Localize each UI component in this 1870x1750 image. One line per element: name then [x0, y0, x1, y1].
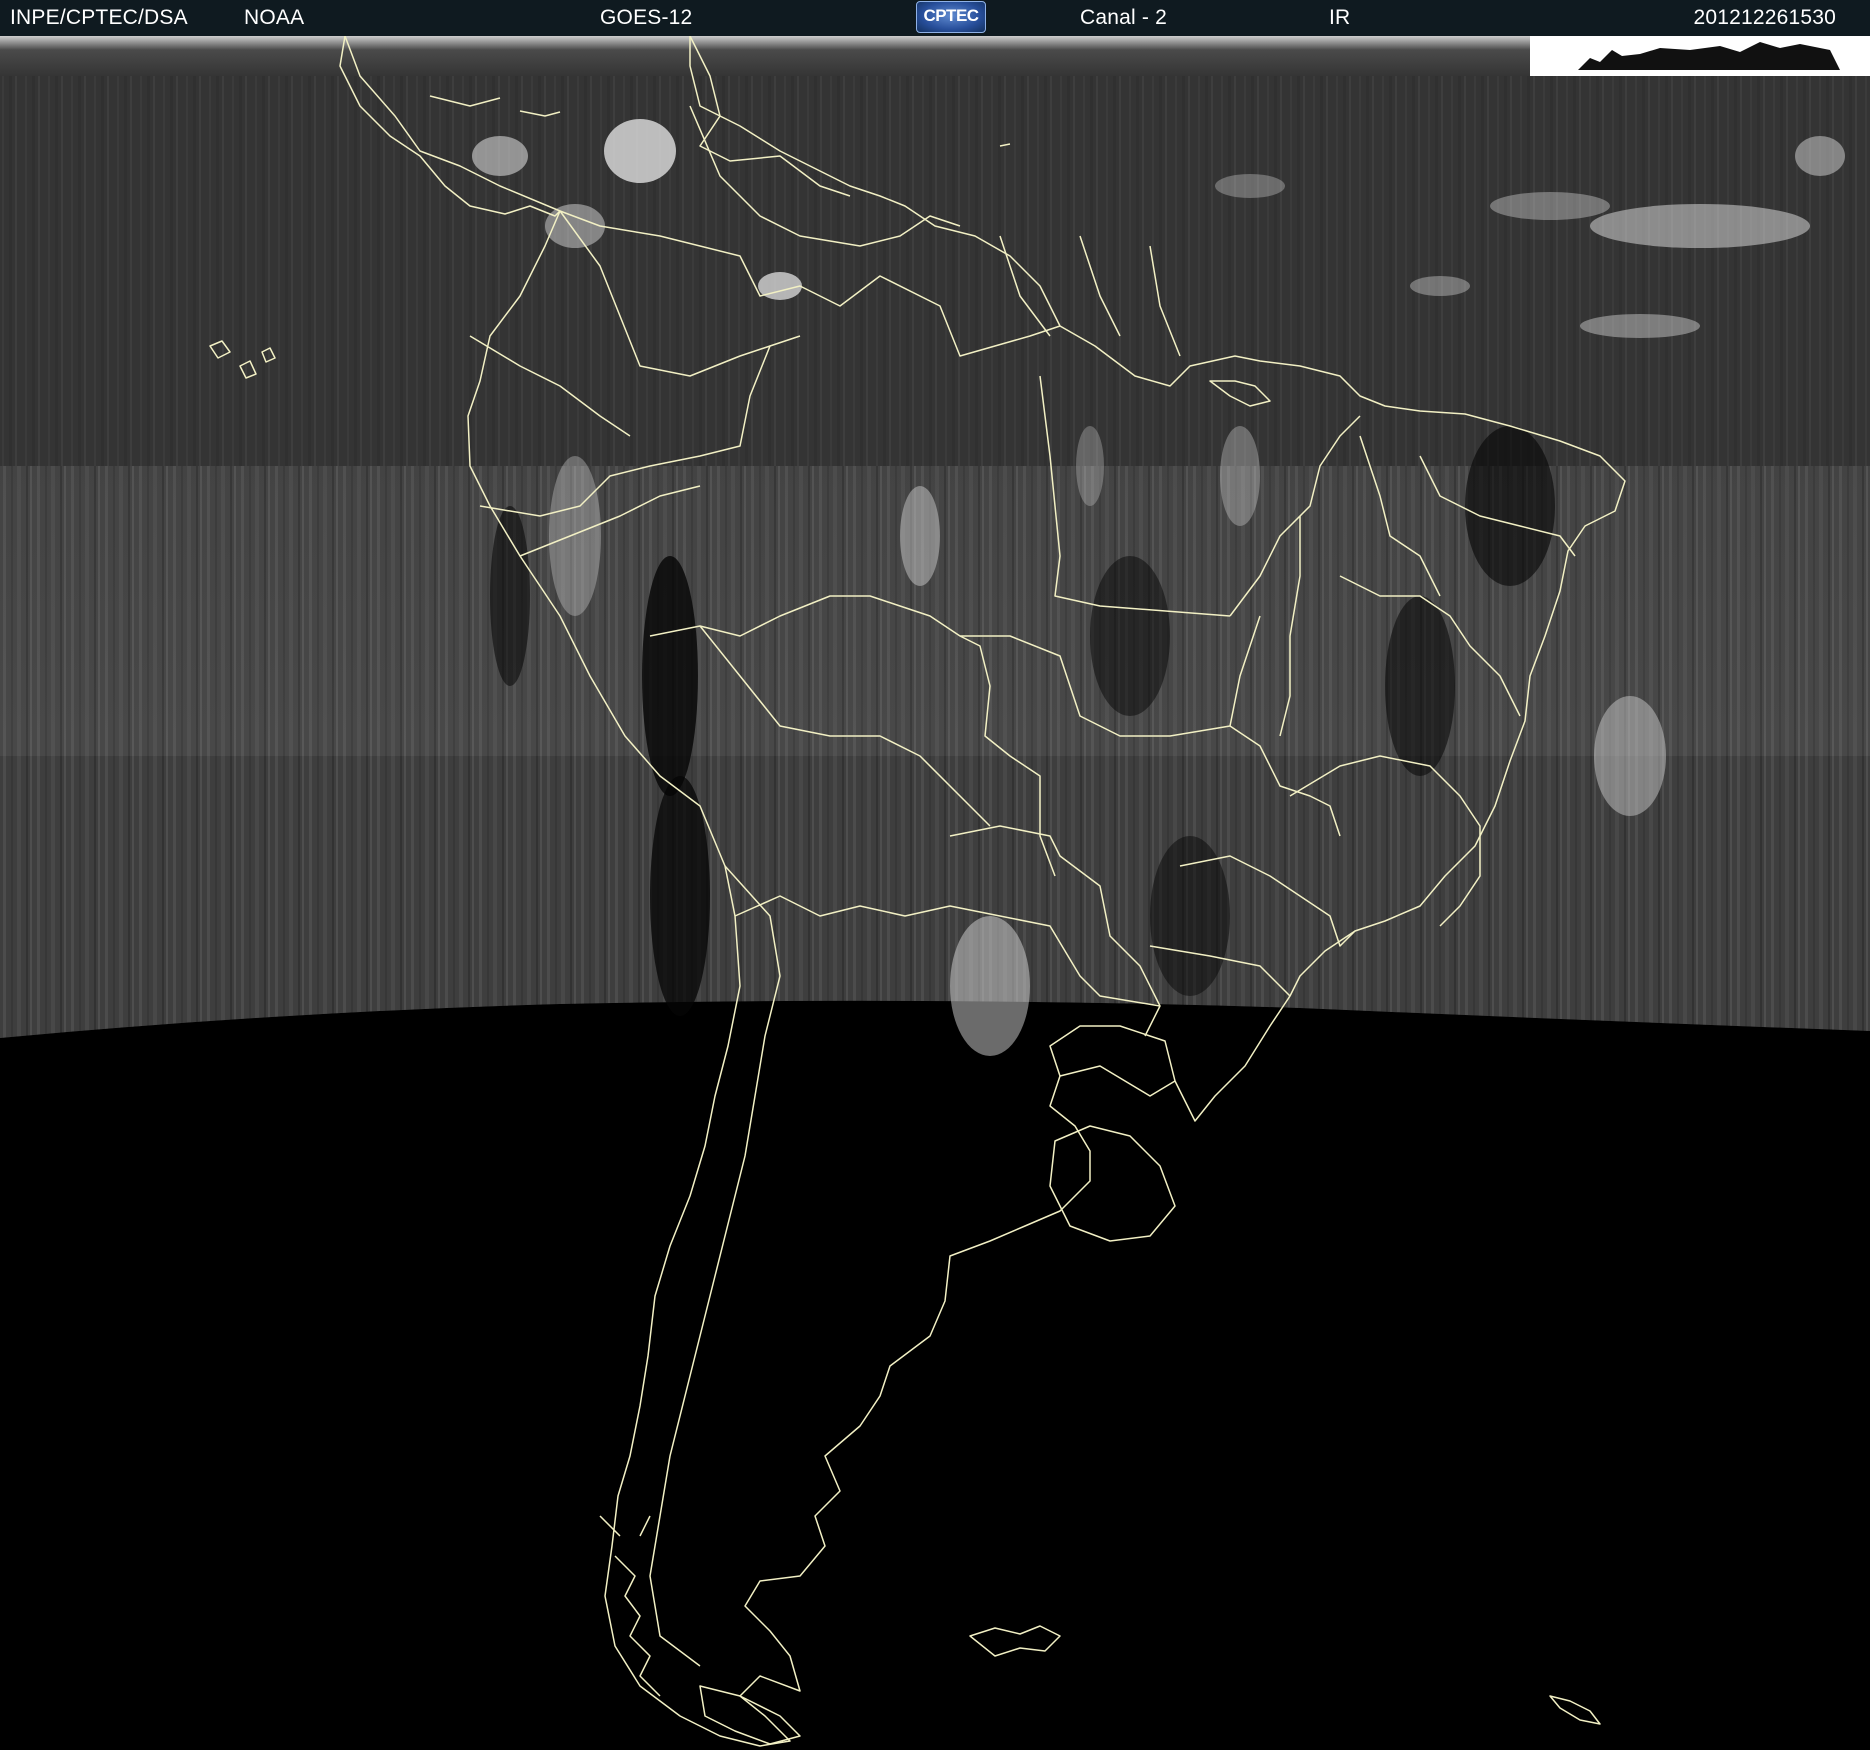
agency-label: INPE/CPTEC/DSA — [10, 6, 188, 29]
logo-text: CPTEC — [923, 6, 979, 25]
channel-label: Canal - 2 — [1080, 6, 1168, 29]
band-label: IR — [1329, 6, 1351, 29]
satellite-imagery — [0, 36, 1870, 1750]
provider-label: NOAA — [244, 6, 305, 29]
imagery-svg — [0, 36, 1870, 1750]
header-bar: INPE/CPTEC/DSA NOAA GOES-12 CPTEC Canal … — [0, 0, 1870, 37]
datetime-label: 201212261530 — [1693, 6, 1836, 29]
cptec-logo-icon: CPTEC — [916, 1, 986, 33]
satellite-label: GOES-12 — [600, 6, 693, 29]
imagery-bands — [0, 36, 1870, 1750]
